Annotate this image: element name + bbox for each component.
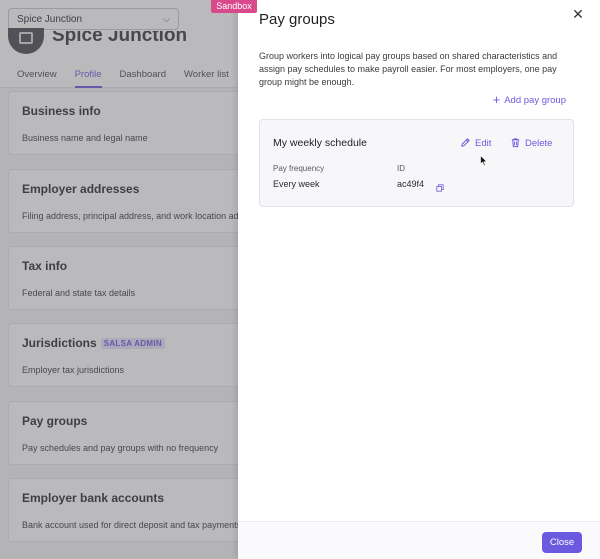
add-pay-group-label: Add pay group — [504, 95, 566, 106]
drawer-footer: Close — [238, 521, 600, 559]
pay-frequency-label: Pay frequency — [273, 164, 325, 173]
plus-icon: + — [492, 92, 501, 107]
edit-label: Edit — [475, 138, 492, 149]
pay-group-name: My weekly schedule — [273, 137, 367, 149]
add-pay-group-button[interactable]: + Add pay group — [493, 92, 566, 107]
copy-icon — [436, 184, 444, 192]
trash-icon — [511, 138, 520, 148]
pencil-icon — [461, 138, 470, 147]
pay-group-card: My weekly schedule Edit Delete Pay frequ… — [259, 119, 574, 207]
sandbox-badge: Sandbox — [211, 0, 257, 13]
id-label: ID — [397, 164, 405, 173]
close-button[interactable]: Close — [542, 532, 582, 553]
edit-button[interactable]: Edit — [460, 137, 491, 149]
pay-frequency-value: Every week — [273, 179, 320, 189]
pay-groups-drawer: Pay groups ✕ Group workers into logical … — [238, 0, 600, 559]
drawer-description: Group workers into logical pay groups ba… — [259, 51, 558, 87]
drawer-title: Pay groups — [259, 11, 335, 28]
delete-button[interactable]: Delete — [510, 137, 552, 149]
copy-id-button[interactable] — [436, 179, 444, 197]
delete-label: Delete — [525, 138, 553, 149]
id-value: ac49f4 — [397, 179, 425, 189]
close-icon[interactable]: ✕ — [570, 6, 586, 22]
cursor-icon — [480, 155, 488, 167]
